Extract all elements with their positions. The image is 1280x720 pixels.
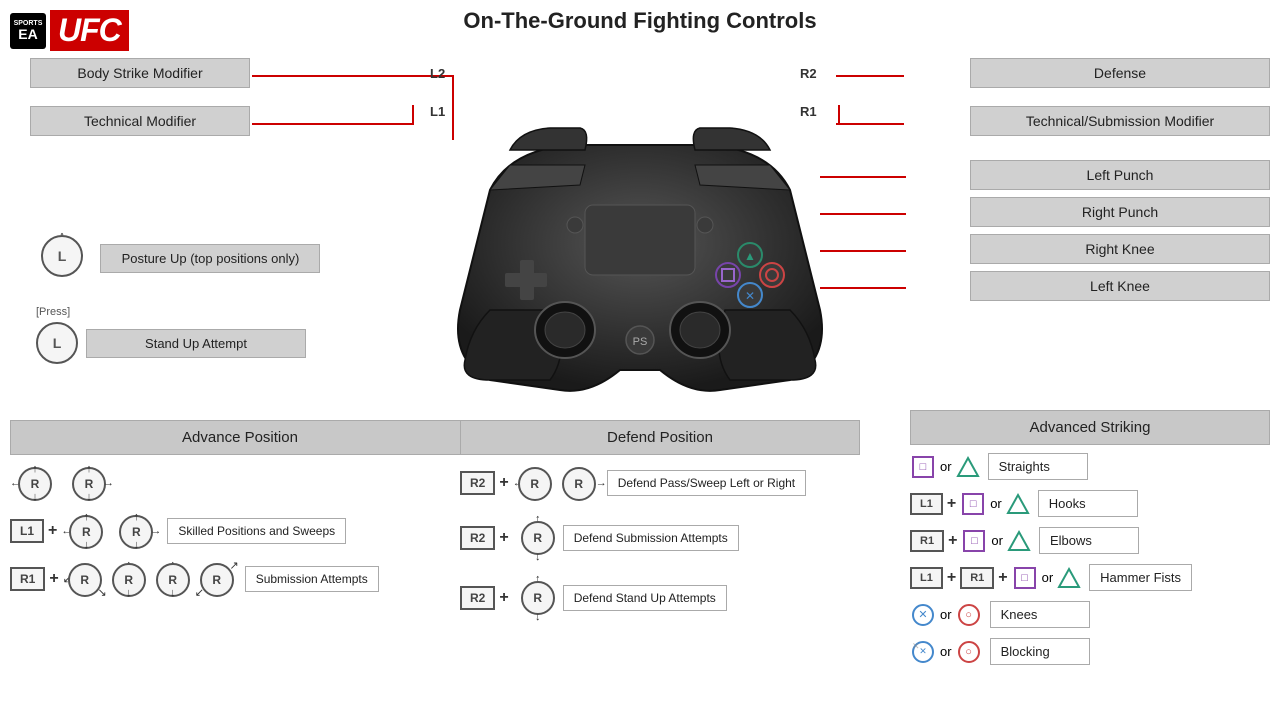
circle-symbol-blocking: ○ bbox=[958, 641, 980, 663]
left-stick-posture: L bbox=[41, 235, 83, 277]
advanced-striking-section: Advanced Striking □ or Straights L1 + □ … bbox=[910, 410, 1270, 675]
controller-image: ▲ ✕ PS bbox=[390, 100, 890, 420]
or-label-blocking: or bbox=[940, 644, 952, 659]
submission-attempts-label: Submission Attempts bbox=[245, 566, 379, 592]
left-punch-label: Left Punch bbox=[970, 160, 1270, 190]
defend-standup-label: Defend Stand Up Attempts bbox=[563, 585, 727, 611]
r1-button-hammer: R1 bbox=[960, 567, 994, 589]
square-symbol-straights: □ bbox=[912, 456, 934, 478]
advance-position-header: Advance Position bbox=[10, 420, 470, 455]
advance-position-section: Advance Position ← R ↑ ↓ R ↑ → ↓ L1 + ← … bbox=[10, 420, 470, 607]
knees-row: ✕ or ○ Knees bbox=[910, 601, 1270, 628]
right-punch-row: Right Punch bbox=[970, 197, 1270, 227]
circle-symbol-knees: ○ bbox=[958, 604, 980, 626]
body-strike-row: Body Strike Modifier bbox=[30, 58, 250, 88]
or-label-straights: or bbox=[940, 459, 952, 474]
x-symbol-blocking: ✕ ✕ bbox=[912, 641, 934, 663]
r2-button-defend3: R2 bbox=[460, 586, 495, 610]
l1-button-hammer: L1 bbox=[910, 567, 943, 589]
defend-row2: R2 + ↑ R ↓ Defend Submission Attempts bbox=[460, 513, 860, 563]
posture-up-section: ↑ L Posture Up (top positions only) bbox=[36, 230, 320, 282]
technical-submission-row: Technical/Submission Modifier bbox=[970, 106, 1270, 136]
l2-trigger-label: L2 bbox=[430, 66, 445, 81]
page-title: On-The-Ground Fighting Controls bbox=[0, 8, 1280, 34]
hammer-fists-row: L1 + R1 + □ or Hammer Fists bbox=[910, 564, 1270, 591]
left-punch-row: Left Punch bbox=[970, 160, 1270, 190]
square-symbol-hammer: □ bbox=[1014, 567, 1036, 589]
elbows-label: Elbows bbox=[1039, 527, 1139, 554]
knees-label: Knees bbox=[990, 601, 1090, 628]
straights-label: Straights bbox=[988, 453, 1088, 480]
advanced-striking-header: Advanced Striking bbox=[910, 410, 1270, 445]
skilled-positions-label: Skilled Positions and Sweeps bbox=[167, 518, 346, 544]
defense-label: Defense bbox=[970, 58, 1270, 88]
r2-button-defend1: R2 bbox=[460, 471, 495, 495]
advance-row1: ← R ↑ ↓ R ↑ → ↓ bbox=[10, 463, 470, 503]
stand-up-label: Stand Up Attempt bbox=[86, 329, 306, 358]
right-knee-row: Right Knee bbox=[970, 234, 1270, 264]
blocking-label: Blocking bbox=[990, 638, 1090, 665]
r1-button-advance: R1 bbox=[10, 567, 45, 591]
stick-arrows-posture: ↑ L bbox=[36, 230, 88, 282]
or-label-elbows: or bbox=[991, 533, 1003, 548]
triangle-symbol-elbows bbox=[1007, 529, 1031, 553]
square-symbol-hooks: □ bbox=[962, 493, 984, 515]
or-label-hammer: or bbox=[1042, 570, 1054, 585]
advance-row3: R1 + ↙ R ↘ ↑ R ↓ ↑ R ↓ ↗ R ↙ S bbox=[10, 559, 470, 599]
triangle-symbol-hammer bbox=[1057, 566, 1081, 590]
left-knee-label: Left Knee bbox=[970, 271, 1270, 301]
defend-position-header: Defend Position bbox=[460, 420, 860, 455]
stand-up-section: [Press] L Stand Up Attempt bbox=[36, 306, 306, 364]
defend-pass-sweep-label: Defend Pass/Sweep Left or Right bbox=[607, 470, 806, 496]
defend-row1: R2 + ← R R → Defend Pass/Sweep Left or R… bbox=[460, 463, 860, 503]
defend-row3: R2 + ↑ R ↓ Defend Stand Up Attempts bbox=[460, 573, 860, 623]
r2-trigger-label: R2 bbox=[800, 66, 817, 81]
defend-position-section: Defend Position R2 + ← R R → Defend Pass… bbox=[460, 420, 860, 631]
defense-row: Defense bbox=[970, 58, 1270, 88]
technical-submission-label: Technical/Submission Modifier bbox=[970, 106, 1270, 136]
or-label-knees: or bbox=[940, 607, 952, 622]
triangle-symbol-straights bbox=[956, 455, 980, 479]
right-knee-label: Right Knee bbox=[970, 234, 1270, 264]
triangle-symbol-hooks bbox=[1006, 492, 1030, 516]
svg-text:✕: ✕ bbox=[745, 289, 755, 303]
r1-button-elbows: R1 bbox=[910, 530, 944, 552]
hooks-label: Hooks bbox=[1038, 490, 1138, 517]
elbows-row: R1 + □ or Elbows bbox=[910, 527, 1270, 554]
posture-up-label: Posture Up (top positions only) bbox=[100, 244, 320, 273]
or-label-hooks: or bbox=[990, 496, 1002, 511]
straights-row: □ or Straights bbox=[910, 453, 1270, 480]
technical-modifier-label: Technical Modifier bbox=[30, 106, 250, 136]
technical-modifier-row: Technical Modifier bbox=[30, 106, 250, 136]
l2-line bbox=[252, 75, 452, 77]
r2-button-defend2: R2 bbox=[460, 526, 495, 550]
r2-right-line bbox=[836, 75, 904, 77]
hammer-fists-label: Hammer Fists bbox=[1089, 564, 1192, 591]
advance-row2: L1 + ← R ↑ ↓ R ↑ → ↓ Skilled Positions a… bbox=[10, 511, 470, 551]
body-strike-label: Body Strike Modifier bbox=[30, 58, 250, 88]
hooks-row: L1 + □ or Hooks bbox=[910, 490, 1270, 517]
blocking-row: ✕ ✕ or ○ Blocking bbox=[910, 638, 1270, 665]
press-label: [Press] bbox=[36, 306, 306, 318]
l1-button-hooks: L1 bbox=[910, 493, 943, 515]
x-symbol-knees: ✕ bbox=[912, 604, 934, 626]
square-symbol-elbows: □ bbox=[963, 530, 985, 552]
right-punch-label: Right Punch bbox=[970, 197, 1270, 227]
left-knee-row: Left Knee bbox=[970, 271, 1270, 301]
l1-button-advance: L1 bbox=[10, 519, 44, 543]
defend-submission-label: Defend Submission Attempts bbox=[563, 525, 739, 551]
left-stick-press: L bbox=[36, 322, 78, 364]
svg-text:PS: PS bbox=[633, 336, 648, 348]
l1-line bbox=[252, 123, 412, 125]
svg-text:▲: ▲ bbox=[744, 249, 756, 263]
